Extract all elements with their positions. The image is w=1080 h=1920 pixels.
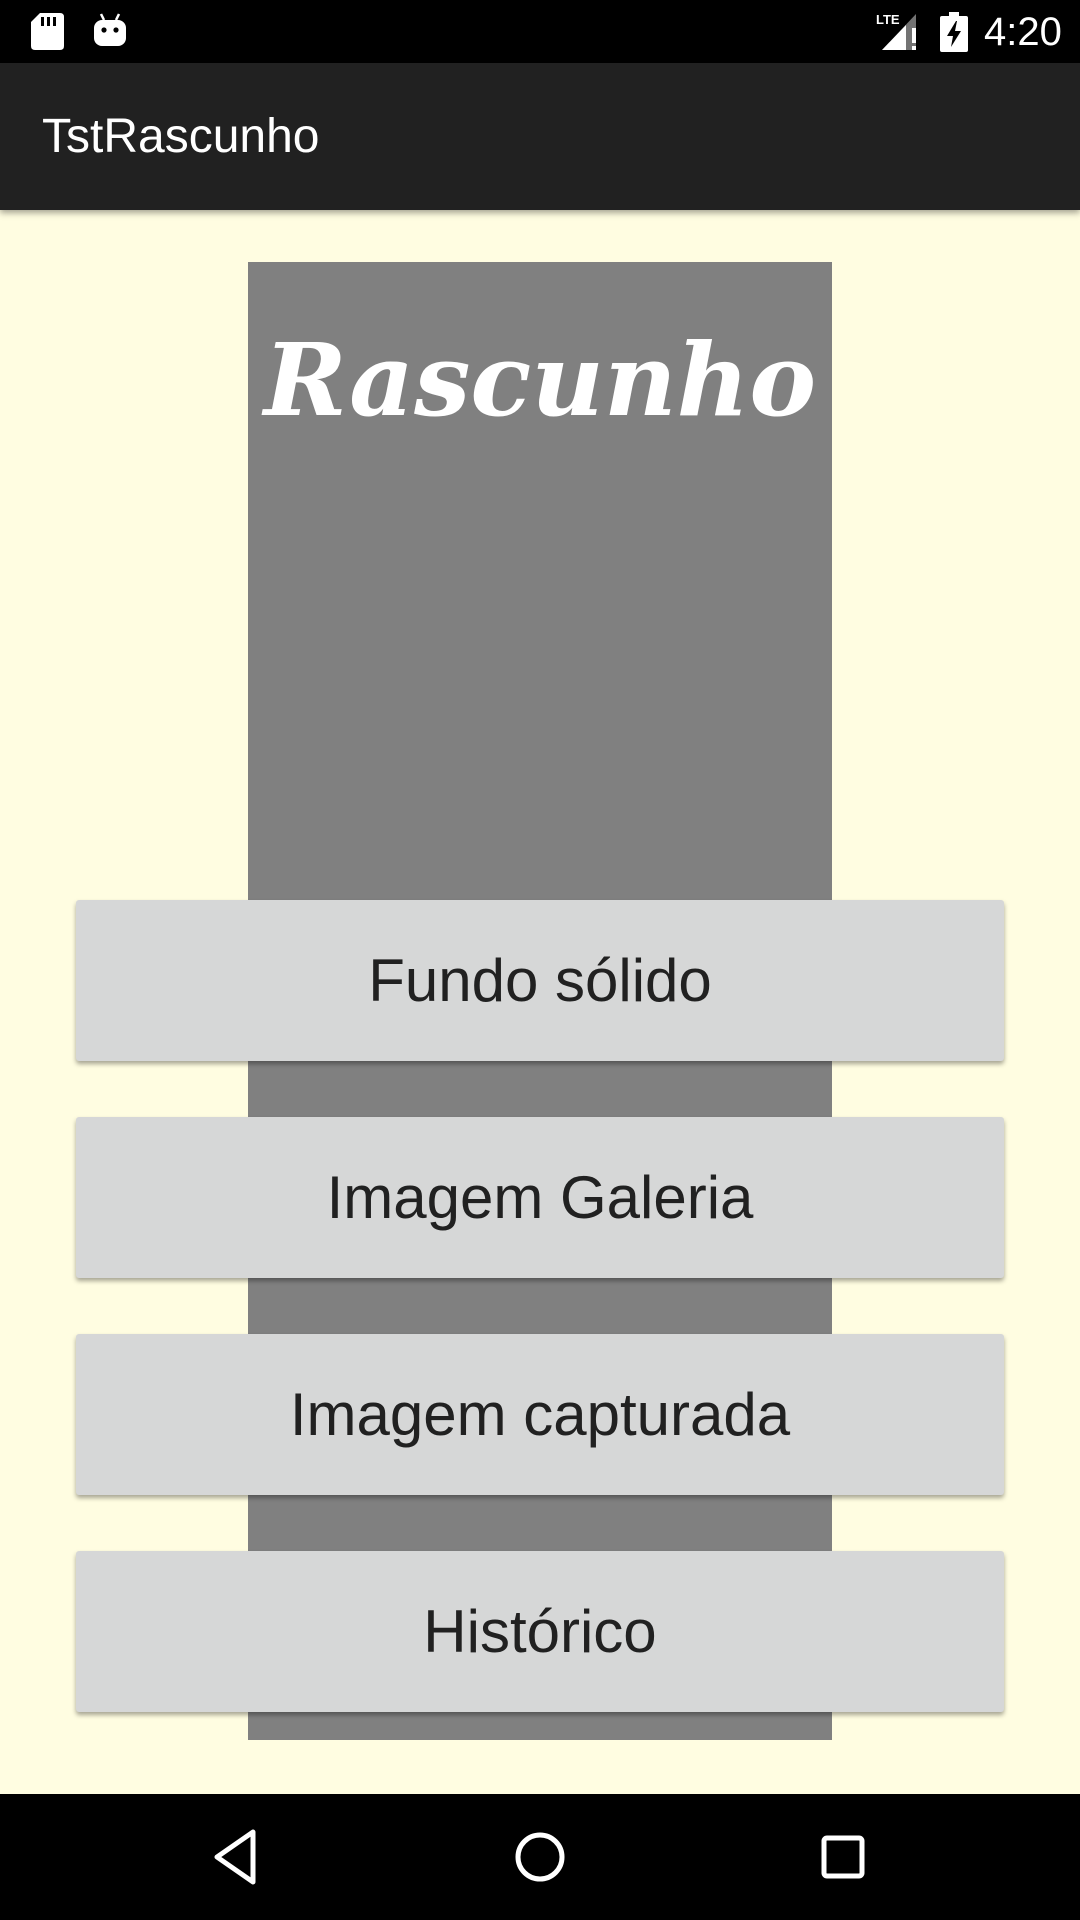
gallery-image-button[interactable]: Imagem Galeria (76, 1117, 1004, 1278)
solid-background-button[interactable]: Fundo sólido (76, 900, 1004, 1061)
home-icon[interactable] (507, 1824, 573, 1890)
sd-card-icon (31, 13, 64, 50)
back-icon[interactable] (205, 1824, 271, 1890)
battery-charging-icon (940, 12, 968, 52)
android-debug-icon (94, 13, 126, 46)
history-button[interactable]: Histórico (76, 1551, 1004, 1712)
svg-text:LTE: LTE (876, 12, 900, 27)
app-title: TstRascunho (42, 110, 320, 163)
status-bar: LTE 4:20 (0, 0, 1080, 63)
lte-signal-icon: LTE (876, 12, 916, 50)
app-bar: TstRascunho (0, 63, 1080, 210)
preview-title: Rascunho (263, 321, 817, 439)
recents-icon[interactable] (810, 1824, 876, 1890)
navigation-bar (0, 1794, 1080, 1920)
captured-image-button[interactable]: Imagem capturada (76, 1334, 1004, 1495)
clock: 4:20 (984, 10, 1062, 54)
